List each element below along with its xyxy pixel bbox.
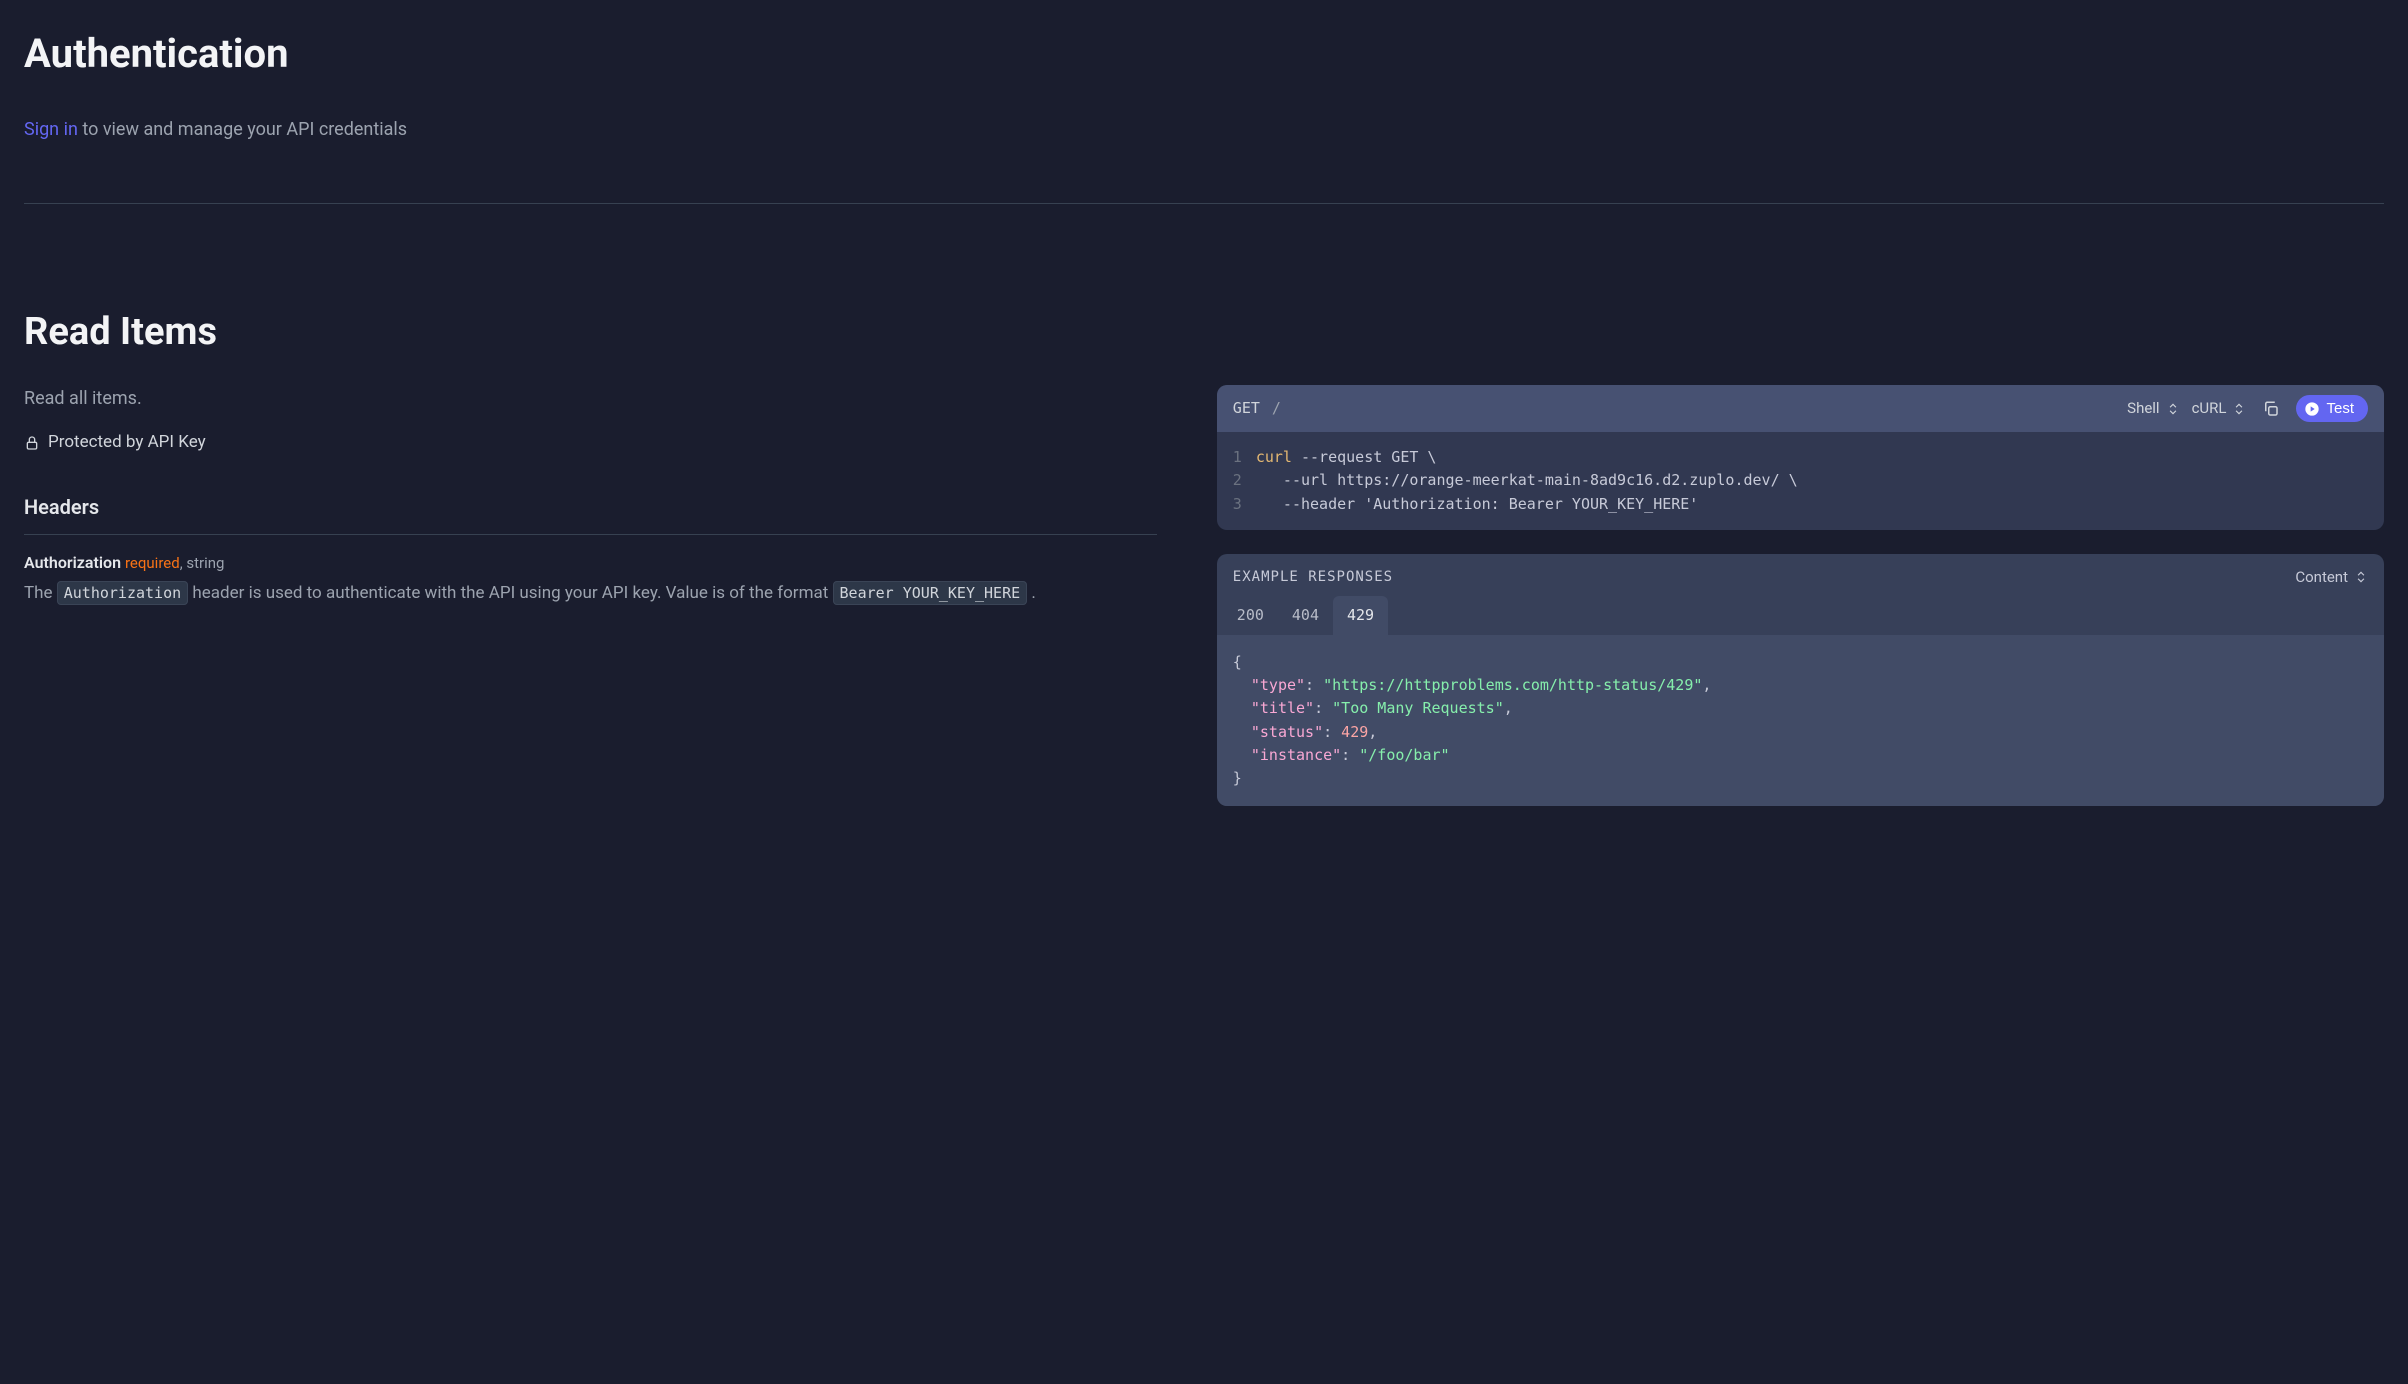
http-method: GET: [1233, 397, 1260, 420]
auth-text: Sign in to view and manage your API cred…: [24, 116, 2384, 143]
auth-title: Authentication: [24, 24, 2384, 84]
response-tabs: 200 404 429: [1217, 588, 2384, 635]
signin-link[interactable]: Sign in: [24, 119, 78, 140]
tab-429[interactable]: 429: [1333, 596, 1388, 635]
line-numbers: 1 2 3: [1233, 446, 1242, 516]
section-title: Read Items: [24, 304, 2384, 361]
param-type: string: [186, 554, 224, 572]
auth-rest: to view and manage your API credentials: [78, 119, 407, 140]
lock-icon: [24, 435, 40, 451]
tab-404[interactable]: 404: [1278, 596, 1333, 635]
param-required: required: [125, 554, 180, 572]
protected-badge: Protected by API Key: [24, 430, 1157, 456]
param-desc: The Authorization header is used to auth…: [24, 581, 1157, 607]
chevron-updown-icon: [2232, 402, 2246, 416]
inline-code-bearer: Bearer YOUR_KEY_HERE: [833, 581, 1028, 605]
http-path: /: [1272, 397, 1281, 420]
param-row: Authorization required, string The Autho…: [24, 551, 1157, 607]
response-label: EXAMPLE RESPONSES: [1233, 567, 1393, 588]
chevron-updown-icon: [2166, 402, 2180, 416]
protected-text: Protected by API Key: [48, 430, 206, 456]
play-icon: [2304, 401, 2320, 417]
code-lines: curl --request GET \ --url https://orang…: [1256, 446, 1798, 516]
code-body: 1 2 3 curl --request GET \ --url https:/…: [1217, 432, 2384, 530]
copy-icon: [2262, 400, 2280, 418]
chevron-updown-icon: [2354, 570, 2368, 584]
section-divider: [24, 203, 2384, 204]
headers-divider: [24, 534, 1157, 535]
tab-200[interactable]: 200: [1223, 596, 1278, 635]
language-select[interactable]: Shell: [2127, 397, 2179, 420]
param-name: Authorization: [24, 553, 121, 572]
test-button[interactable]: Test: [2296, 395, 2368, 422]
response-body: { "type": "https://httpproblems.com/http…: [1217, 635, 2384, 807]
copy-button[interactable]: [2258, 396, 2284, 422]
response-panel: EXAMPLE RESPONSES Content 200 404 429 { …: [1217, 554, 2384, 807]
tool-select[interactable]: cURL: [2192, 397, 2247, 420]
response-header: EXAMPLE RESPONSES Content: [1217, 554, 2384, 589]
request-panel: GET / Shell cURL: [1217, 385, 2384, 530]
request-header: GET / Shell cURL: [1217, 385, 2384, 432]
headers-title: Headers: [24, 492, 1157, 522]
section-desc: Read all items.: [24, 385, 1157, 412]
content-select[interactable]: Content: [2295, 566, 2368, 589]
inline-code-auth: Authorization: [57, 581, 188, 605]
